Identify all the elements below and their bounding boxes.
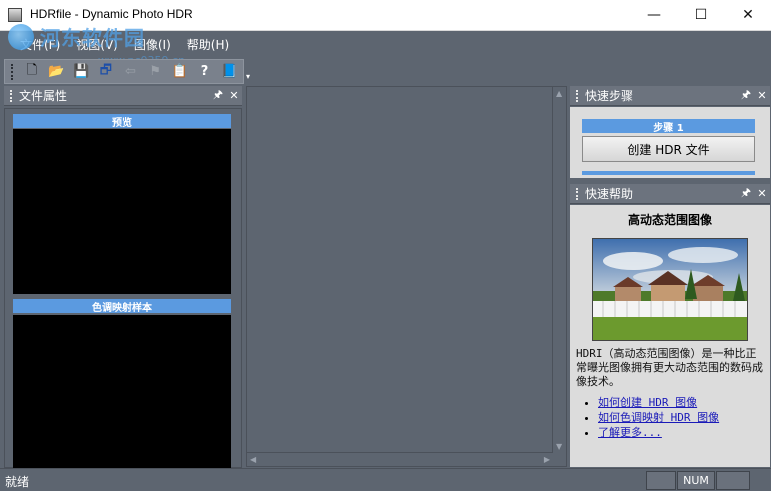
step-label: 步骤 1	[582, 119, 755, 134]
maximize-button[interactable]: ☐	[678, 0, 724, 30]
scroll-up-icon[interactable]: ▲	[556, 89, 562, 98]
pin-icon[interactable]: 🖈	[738, 86, 754, 105]
close-icon[interactable]: ✕	[754, 89, 770, 102]
quick-steps-body: 步骤 1 创建 HDR 文件	[570, 107, 770, 178]
save-icon[interactable]: 💾	[70, 62, 92, 82]
horizontal-scrollbar[interactable]: ◀ ▶	[247, 452, 553, 466]
menu-help[interactable]: 帮助(H)	[187, 36, 229, 53]
create-hdr-button[interactable]: 创建 HDR 文件	[582, 136, 755, 162]
file-properties-panel: 文件属性 🖈 ✕ 预览 色调映射样本	[4, 86, 242, 469]
watermark-text: 河东软件园	[40, 26, 145, 50]
open-folder-icon[interactable]: 📂	[46, 62, 68, 82]
panel-grip[interactable]	[576, 89, 579, 102]
preview-area	[13, 129, 231, 294]
quick-help-body: 高动态范围图像 HDRI（高动态范围图像）是一种比正常曝光图像拥有更大动态范围的…	[570, 205, 770, 467]
link-tonemap-hdr[interactable]: 如何色调映射 HDR 图像	[598, 410, 764, 425]
panel-grip[interactable]	[10, 89, 13, 102]
quick-steps-title: 快速步骤	[585, 89, 634, 103]
help-description: HDRI（高动态范围图像）是一种比正常曝光图像拥有更大动态范围的数码成像技术。	[576, 347, 763, 388]
pin-icon[interactable]: 🖈	[210, 86, 226, 105]
link-create-hdr[interactable]: 如何创建 HDR 图像	[598, 395, 764, 410]
window-title: HDRfile - Dynamic Photo HDR	[30, 7, 193, 21]
quick-help-header: 快速帮助 🖈 ✕	[570, 184, 770, 204]
book-icon[interactable]: 📘	[218, 62, 240, 82]
quick-help-panel: 快速帮助 🖈 ✕ 高动态范围图像 HDRI（高动态范围图像）是一种比正常曝光图像…	[570, 184, 770, 468]
panel-grip[interactable]	[576, 187, 579, 200]
status-cell-caps	[646, 471, 676, 490]
step-progress-bar	[582, 171, 755, 175]
help-icon[interactable]: ?	[194, 62, 216, 82]
save-all-icon[interactable]: 🗗	[95, 62, 117, 82]
toolbar-overflow-icon[interactable]: ▾	[246, 72, 250, 81]
flag-icon[interactable]: ⚑	[144, 62, 166, 82]
close-icon[interactable]: ✕	[754, 187, 770, 200]
help-heading: 高动态范围图像	[627, 213, 712, 227]
close-button[interactable]: ✕	[725, 0, 771, 30]
toolbar: 🗋 📂 💾 🗗 ⇦ ⚑ 📋 ? 📘	[4, 59, 244, 84]
scroll-right-icon[interactable]: ▶	[544, 455, 550, 464]
help-links: 如何创建 HDR 图像 如何色调映射 HDR 图像 了解更多...	[576, 395, 764, 440]
quick-help-title: 快速帮助	[585, 187, 634, 201]
back-arrow-icon[interactable]: ⇦	[120, 62, 142, 82]
file-properties-title: 文件属性	[19, 89, 68, 103]
vertical-scrollbar[interactable]: ▲ ▼	[552, 87, 566, 453]
status-cell-scroll	[716, 471, 750, 490]
close-icon[interactable]: ✕	[226, 89, 242, 102]
quick-steps-panel: 快速步骤 🖈 ✕ 步骤 1 创建 HDR 文件	[570, 86, 770, 178]
app-icon	[8, 8, 22, 22]
minimize-button[interactable]: —	[631, 0, 677, 30]
hdr-sample-image	[592, 238, 748, 341]
watermark-logo	[8, 24, 34, 50]
status-bar: 就绪 NUM	[0, 468, 771, 491]
file-properties-body: 预览 色调映射样本	[4, 108, 242, 469]
scroll-down-icon[interactable]: ▼	[556, 442, 562, 451]
status-num-indicator: NUM	[677, 471, 715, 490]
workspace[interactable]: ▲ ▼ ◀ ▶	[246, 86, 567, 467]
clipboard-icon[interactable]: 📋	[169, 62, 191, 82]
tonemap-sample-label: 色调映射样本	[13, 299, 231, 314]
link-learn-more[interactable]: 了解更多...	[598, 425, 764, 440]
new-file-icon[interactable]: 🗋	[21, 62, 43, 82]
preview-label: 预览	[13, 114, 231, 129]
status-text: 就绪	[5, 475, 30, 489]
scroll-left-icon[interactable]: ◀	[250, 455, 256, 464]
toolbar-grip[interactable]	[11, 63, 15, 80]
quick-steps-header: 快速步骤 🖈 ✕	[570, 86, 770, 106]
pin-icon[interactable]: 🖈	[738, 184, 754, 203]
file-properties-header: 文件属性 🖈 ✕	[4, 86, 242, 106]
tonemap-sample-area	[13, 315, 231, 469]
